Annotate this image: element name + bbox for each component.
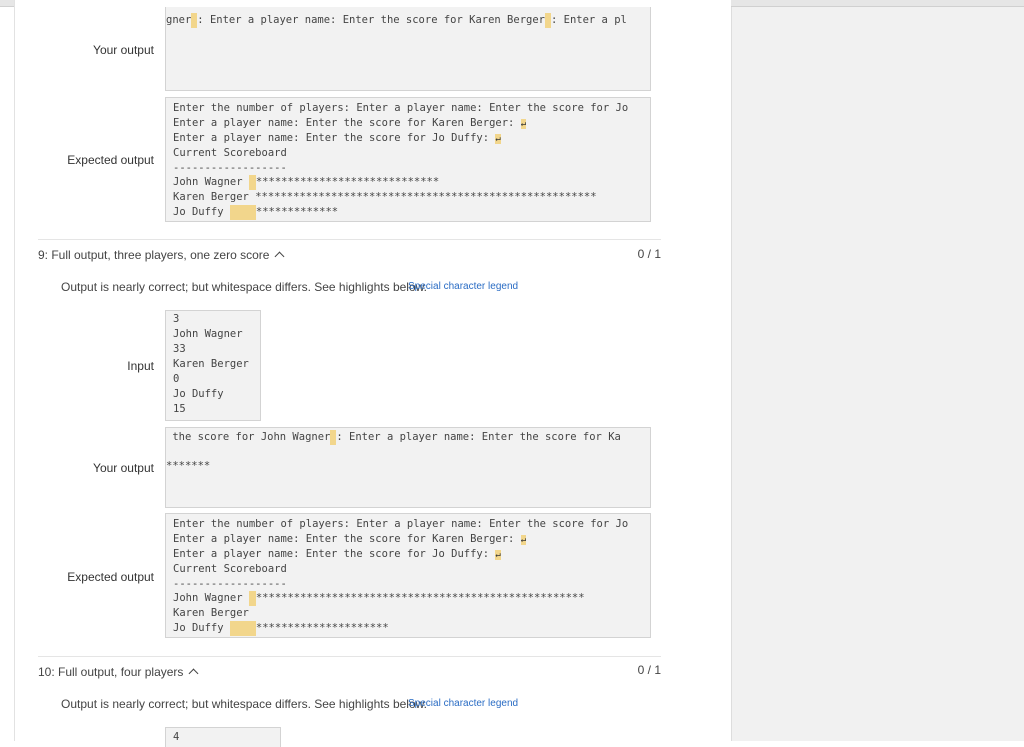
expected-output-label: Expected output bbox=[67, 570, 154, 584]
return-icon: ↵ bbox=[495, 134, 501, 144]
input-line: John Wagner bbox=[173, 328, 243, 340]
input-line: 4 bbox=[173, 731, 180, 743]
expected-line: Karen Berger ***************************… bbox=[173, 191, 597, 203]
return-icon: ↵ bbox=[520, 535, 527, 545]
expected-line: Jo Duffy ********************* bbox=[173, 621, 389, 636]
your-output-box: gner: Enter a player name: Enter the sco… bbox=[165, 7, 651, 91]
input-line: 33 bbox=[173, 343, 186, 355]
test-9-score: 0 / 1 bbox=[637, 247, 661, 261]
divider bbox=[38, 239, 661, 240]
expected-line: Enter a player name: Enter the score for… bbox=[173, 548, 501, 560]
expected-output-box: Enter the number of players: Enter a pla… bbox=[165, 97, 651, 222]
side-panel bbox=[731, 7, 1024, 741]
expected-line: Enter the number of players: Enter a pla… bbox=[173, 102, 629, 114]
your-output-label: Your output bbox=[93, 461, 154, 475]
test-9-header[interactable]: 9: Full output, three players, one zero … bbox=[38, 248, 285, 262]
expected-line: Enter the number of players: Enter a pla… bbox=[173, 518, 629, 530]
input-line: Jo Duffy bbox=[173, 388, 224, 400]
expected-line: John Wagner ****************************… bbox=[173, 175, 440, 190]
return-icon: ↵ bbox=[495, 550, 501, 560]
your-output-line: gner: Enter a player name: Enter the sco… bbox=[166, 13, 627, 28]
input-line: Karen Berger bbox=[173, 358, 249, 370]
test-10-message: Output is nearly correct; but whitespace… bbox=[61, 697, 427, 711]
expected-line: Current Scoreboard bbox=[173, 563, 287, 575]
expected-line: Karen Berger bbox=[173, 607, 249, 619]
expected-output-label: Expected output bbox=[67, 153, 154, 167]
input-box: 4 bbox=[165, 727, 281, 747]
expected-line: Jo Duffy ************* bbox=[173, 205, 339, 220]
input-line: 0 bbox=[173, 373, 180, 385]
expected-line: Enter a player name: Enter the score for… bbox=[173, 132, 501, 144]
your-output-label: Your output bbox=[93, 43, 154, 57]
expected-line: Enter a player name: Enter the score for… bbox=[173, 533, 527, 545]
test-9-message: Output is nearly correct; but whitespace… bbox=[61, 280, 427, 294]
your-output-box: the score for John Wagner: Enter a playe… bbox=[165, 427, 651, 508]
your-output-line: the score for John Wagner: Enter a playe… bbox=[166, 430, 621, 445]
divider bbox=[38, 656, 661, 657]
expected-output-box: Enter the number of players: Enter a pla… bbox=[165, 513, 651, 638]
test-10-score: 0 / 1 bbox=[637, 663, 661, 677]
expected-line: John Wagner ****************************… bbox=[173, 591, 585, 606]
chevron-up-icon[interactable] bbox=[275, 251, 285, 262]
input-box: 3 John Wagner 33 Karen Berger 0 Jo Duffy… bbox=[165, 310, 261, 421]
expected-line: ------------------ bbox=[173, 578, 287, 590]
input-line: 3 bbox=[173, 313, 180, 325]
chevron-up-icon[interactable] bbox=[188, 668, 199, 679]
expected-line: Enter a player name: Enter the score for… bbox=[173, 117, 527, 129]
special-character-legend-link[interactable]: Special character legend bbox=[408, 281, 518, 292]
return-icon: ↵ bbox=[520, 119, 527, 129]
expected-line: Current Scoreboard bbox=[173, 147, 287, 159]
special-character-legend-link[interactable]: Special character legend bbox=[408, 698, 518, 709]
your-output-line: ******* bbox=[166, 460, 211, 472]
expected-line: ------------------ bbox=[173, 162, 287, 174]
input-line: 15 bbox=[173, 403, 186, 415]
gutter bbox=[686, 0, 731, 741]
test-10-header[interactable]: 10: Full output, four players bbox=[38, 665, 199, 679]
input-label: Input bbox=[127, 359, 154, 373]
